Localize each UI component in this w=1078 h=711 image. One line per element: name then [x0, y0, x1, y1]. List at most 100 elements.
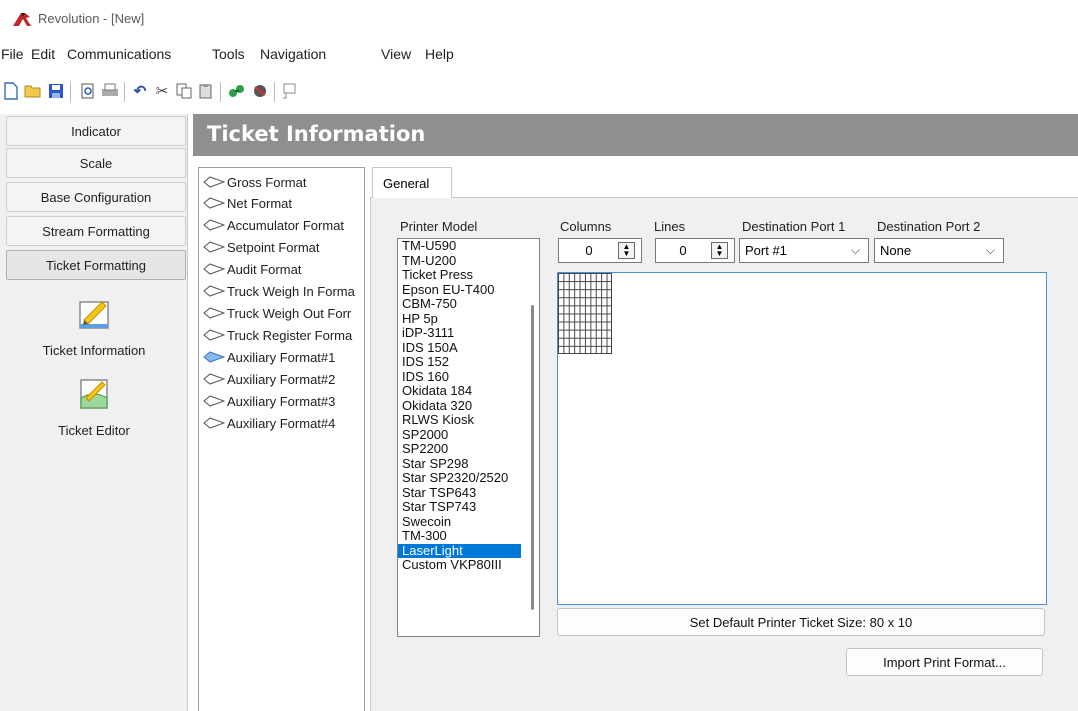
printer-item[interactable]: Okidata 320: [398, 398, 539, 414]
printer-item[interactable]: Star SP298: [398, 456, 539, 472]
menu-view[interactable]: View: [381, 46, 411, 62]
nav-scale-button[interactable]: Scale: [6, 148, 186, 178]
copy-icon[interactable]: [175, 82, 193, 100]
diamond-icon: [203, 307, 225, 319]
print-preview-icon[interactable]: [79, 82, 97, 100]
nav-stream-formatting-button[interactable]: Stream Formatting: [6, 216, 186, 246]
lines-stepper[interactable]: 0 ▲ ▼: [655, 238, 735, 263]
printer-item[interactable]: Star TSP743: [398, 499, 539, 515]
connect-icon[interactable]: [228, 82, 246, 100]
diamond-selected-icon: [203, 351, 225, 363]
nav-indicator-button[interactable]: Indicator: [6, 116, 186, 146]
printer-item[interactable]: HP 5p: [398, 311, 539, 327]
columns-label: Columns: [560, 219, 612, 234]
format-item[interactable]: Auxiliary Format#4: [203, 413, 363, 433]
diamond-icon: [203, 285, 225, 297]
menu-tools[interactable]: Tools: [212, 46, 245, 62]
printer-item[interactable]: SP2000: [398, 427, 539, 443]
format-item[interactable]: Truck Weigh Out Forr: [203, 303, 363, 323]
chevron-down-icon: ⌵: [985, 243, 995, 257]
printer-item[interactable]: Swecoin: [398, 514, 539, 530]
menu-help[interactable]: Help: [425, 46, 454, 62]
printer-item[interactable]: SP2200: [398, 441, 539, 457]
nav-base-configuration-button[interactable]: Base Configuration: [6, 182, 186, 212]
open-folder-icon[interactable]: [24, 82, 42, 100]
menu-navigation[interactable]: Navigation: [260, 46, 326, 62]
format-item[interactable]: Setpoint Format: [203, 237, 363, 257]
toolbar-separator: [70, 82, 71, 102]
title-bar: Revolution - [New]: [0, 0, 1078, 36]
diamond-icon: [203, 197, 225, 209]
format-item[interactable]: Auxiliary Format#3: [203, 391, 363, 411]
diamond-icon: [203, 395, 225, 407]
destination-port-2-label: Destination Port 2: [877, 219, 981, 234]
format-item[interactable]: Net Format: [203, 193, 363, 213]
format-item[interactable]: Gross Format: [203, 172, 363, 192]
disconnect-icon[interactable]: [251, 82, 269, 100]
page-title: Ticket Information: [207, 122, 426, 146]
document-edit-icon: [80, 379, 108, 409]
printer-item[interactable]: Ticket Press: [398, 267, 539, 283]
format-item[interactable]: Audit Format: [203, 259, 363, 279]
printer-item[interactable]: Star SP2320/2520: [398, 470, 539, 486]
format-item[interactable]: Auxiliary Format#2: [203, 369, 363, 389]
spin-arrows-icon[interactable]: ▲ ▼: [711, 242, 728, 259]
diamond-icon: [203, 263, 225, 275]
window-title: Revolution - [New]: [38, 11, 145, 26]
printer-item[interactable]: Epson EU-T400: [398, 282, 539, 298]
printer-item[interactable]: RLWS Kiosk: [398, 412, 539, 428]
menu-communications[interactable]: Communications: [67, 46, 171, 62]
printer-item[interactable]: Star TSP643: [398, 485, 539, 501]
nav-tile-ticket-editor[interactable]: Ticket Editor: [0, 376, 188, 438]
printer-item[interactable]: TM-300: [398, 528, 539, 544]
format-item-selected[interactable]: Auxiliary Format#1: [203, 347, 363, 367]
print-icon[interactable]: [101, 82, 119, 100]
menu-edit[interactable]: Edit: [31, 46, 55, 62]
spin-arrows-icon[interactable]: ▲ ▼: [618, 242, 635, 259]
diamond-icon: [203, 176, 225, 188]
nav-tile-ticket-information[interactable]: Ticket Information: [0, 296, 188, 358]
printer-item[interactable]: CBM-750: [398, 296, 539, 312]
printer-item[interactable]: iDP-3111: [398, 325, 539, 341]
printer-item[interactable]: Custom VKP80III: [398, 557, 539, 573]
format-item[interactable]: Truck Register Forma: [203, 325, 363, 345]
printer-item[interactable]: TM-U590: [398, 239, 539, 254]
format-list: Gross Format Net Format Accumulator Form…: [198, 167, 365, 711]
nav-tile-label: Ticket Information: [42, 343, 146, 358]
format-item[interactable]: Accumulator Format: [203, 215, 363, 235]
menu-file[interactable]: File: [1, 46, 24, 62]
printer-item[interactable]: IDS 160: [398, 369, 539, 385]
printer-item[interactable]: IDS 150A: [398, 340, 539, 356]
lines-value: 0: [679, 243, 687, 258]
printer-model-label: Printer Model: [400, 219, 478, 234]
undo-icon[interactable]: ↶: [131, 82, 149, 100]
diamond-icon: [203, 373, 225, 385]
ticket-grid: [558, 273, 612, 354]
import-print-format-button[interactable]: Import Print Format...: [846, 648, 1043, 676]
printer-item-selected[interactable]: LaserLight: [398, 543, 521, 558]
toolbar: ↶ ✂: [0, 76, 1078, 106]
printer-item[interactable]: IDS 152: [398, 354, 539, 370]
nav-ticket-formatting-button[interactable]: Ticket Formatting: [6, 250, 186, 280]
paste-icon[interactable]: [197, 82, 215, 100]
destination-port-1-select[interactable]: Port #1 ⌵: [739, 238, 869, 263]
printer-list-scrollbar[interactable]: [531, 305, 534, 610]
tab-general[interactable]: General: [372, 167, 452, 198]
page-header: Ticket Information: [193, 114, 1078, 156]
comment-icon[interactable]: [280, 82, 298, 100]
printer-model-list[interactable]: TM-U590 TM-U200 Ticket Press Epson EU-T4…: [397, 238, 540, 637]
format-item[interactable]: Truck Weigh In Forma: [203, 281, 363, 301]
columns-stepper[interactable]: 0 ▲ ▼: [558, 238, 642, 263]
ticket-layout-canvas[interactable]: [557, 272, 1047, 605]
save-icon[interactable]: [47, 82, 65, 100]
new-file-icon[interactable]: [2, 82, 20, 100]
diamond-icon: [203, 241, 225, 253]
diamond-icon: [203, 329, 225, 341]
destination-port-1-label: Destination Port 1: [742, 219, 846, 234]
cut-icon[interactable]: ✂: [153, 82, 171, 100]
set-default-ticket-size-button[interactable]: Set Default Printer Ticket Size: 80 x 10: [557, 608, 1045, 636]
lines-label: Lines: [654, 219, 686, 234]
destination-port-2-select[interactable]: None ⌵: [874, 238, 1004, 263]
printer-item[interactable]: Okidata 184: [398, 383, 539, 399]
printer-item[interactable]: TM-U200: [398, 253, 539, 269]
